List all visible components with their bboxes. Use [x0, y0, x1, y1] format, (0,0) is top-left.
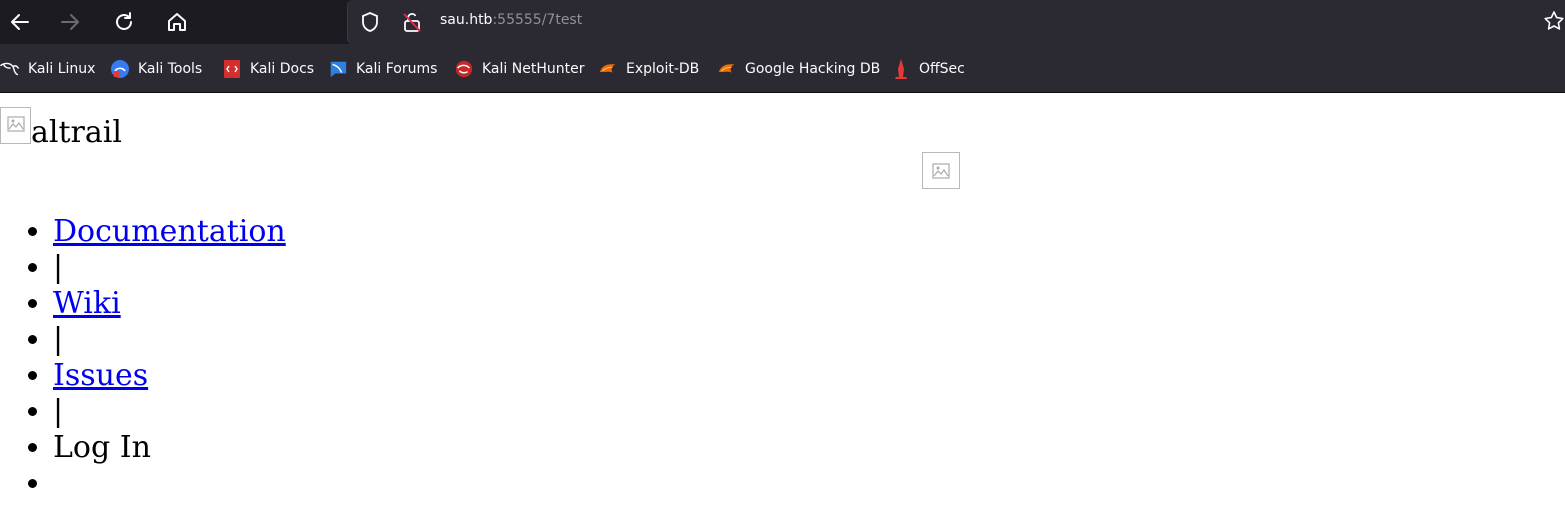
wiki-link[interactable]: Wiki: [53, 286, 121, 321]
bookmark-kali-docs[interactable]: Kali Docs: [222, 57, 314, 81]
home-button[interactable]: [157, 0, 197, 44]
bookmark-kali-nethunter[interactable]: Kali NetHunter: [454, 57, 584, 81]
arrow-right-icon: [61, 14, 79, 30]
exploit-db-icon: [598, 59, 618, 79]
url-text[interactable]: sau.htb:55555/7test: [440, 12, 582, 28]
kali-dragon-icon: [0, 59, 20, 79]
tracking-protection-button[interactable]: [358, 10, 382, 34]
bookmark-label: Google Hacking DB: [745, 61, 881, 77]
bookmark-page-button[interactable]: [1543, 10, 1565, 36]
url-host: sau.htb: [440, 12, 493, 28]
page-content: altrail Documentation | Wiki | Issues | …: [0, 94, 1565, 507]
bookmarks-toolbar: Kali Linux Kali Tools Kali Docs Kali For…: [0, 44, 1565, 93]
reload-button[interactable]: [104, 0, 144, 44]
menu-item-documentation: Documentation: [53, 214, 286, 250]
bookmark-kali-forums[interactable]: Kali Forums: [328, 57, 437, 81]
bookmark-kali-tools[interactable]: Kali Tools: [110, 57, 202, 81]
bookmark-label: Kali Tools: [138, 61, 203, 77]
bookmark-label: Kali NetHunter: [482, 61, 585, 77]
top-menu: Documentation | Wiki | Issues | Log In: [0, 214, 286, 502]
bookmark-offsec[interactable]: OffSec: [891, 57, 965, 81]
kali-docs-icon: [222, 59, 242, 79]
home-icon: [168, 13, 186, 31]
insecure-lock-icon: [403, 13, 421, 32]
browser-chrome: sau.htb:55555/7test Kali Linux Kali Tool…: [0, 0, 1565, 93]
star-icon: [1544, 11, 1564, 30]
kali-tools-icon: [110, 59, 130, 79]
bookmark-label: Kali Linux: [28, 61, 96, 77]
bookmark-label: Exploit-DB: [626, 61, 700, 77]
logo-text: altrail: [31, 115, 122, 150]
arrow-left-icon: [11, 14, 29, 30]
kali-nethunter-icon: [454, 59, 474, 79]
bookmark-label: Kali Forums: [356, 61, 438, 77]
bookmark-label: Kali Docs: [250, 61, 315, 77]
issues-link[interactable]: Issues: [53, 358, 148, 393]
offsec-icon: [891, 59, 911, 79]
bookmark-label: OffSec: [919, 61, 965, 77]
menu-item-empty: [53, 466, 286, 502]
forward-button[interactable]: [50, 0, 90, 44]
documentation-link[interactable]: Documentation: [53, 214, 286, 249]
url-bar[interactable]: sau.htb:55555/7test: [347, 0, 1565, 44]
kali-forums-icon: [328, 59, 348, 79]
menu-item-wiki: Wiki: [53, 286, 286, 322]
ghdb-icon: [717, 59, 737, 79]
menu-separator: |: [53, 250, 286, 286]
menu-separator: |: [53, 394, 286, 430]
menu-separator: |: [53, 322, 286, 358]
broken-image-icon: [0, 107, 31, 144]
back-button[interactable]: [0, 0, 40, 44]
shield-icon: [362, 12, 378, 32]
menu-item-issues: Issues: [53, 358, 286, 394]
bookmark-kali-linux[interactable]: Kali Linux: [0, 57, 95, 81]
browser-toolbar: sau.htb:55555/7test: [0, 0, 1565, 44]
reload-icon: [116, 12, 132, 30]
site-info-button[interactable]: [400, 10, 424, 34]
menu-item-login: Log In: [53, 430, 286, 466]
broken-image-icon: [922, 152, 960, 189]
bookmark-exploit-db[interactable]: Exploit-DB: [598, 57, 699, 81]
bookmark-google-hacking-db[interactable]: Google Hacking DB: [717, 57, 880, 81]
url-path: :55555/7test: [492, 12, 583, 28]
